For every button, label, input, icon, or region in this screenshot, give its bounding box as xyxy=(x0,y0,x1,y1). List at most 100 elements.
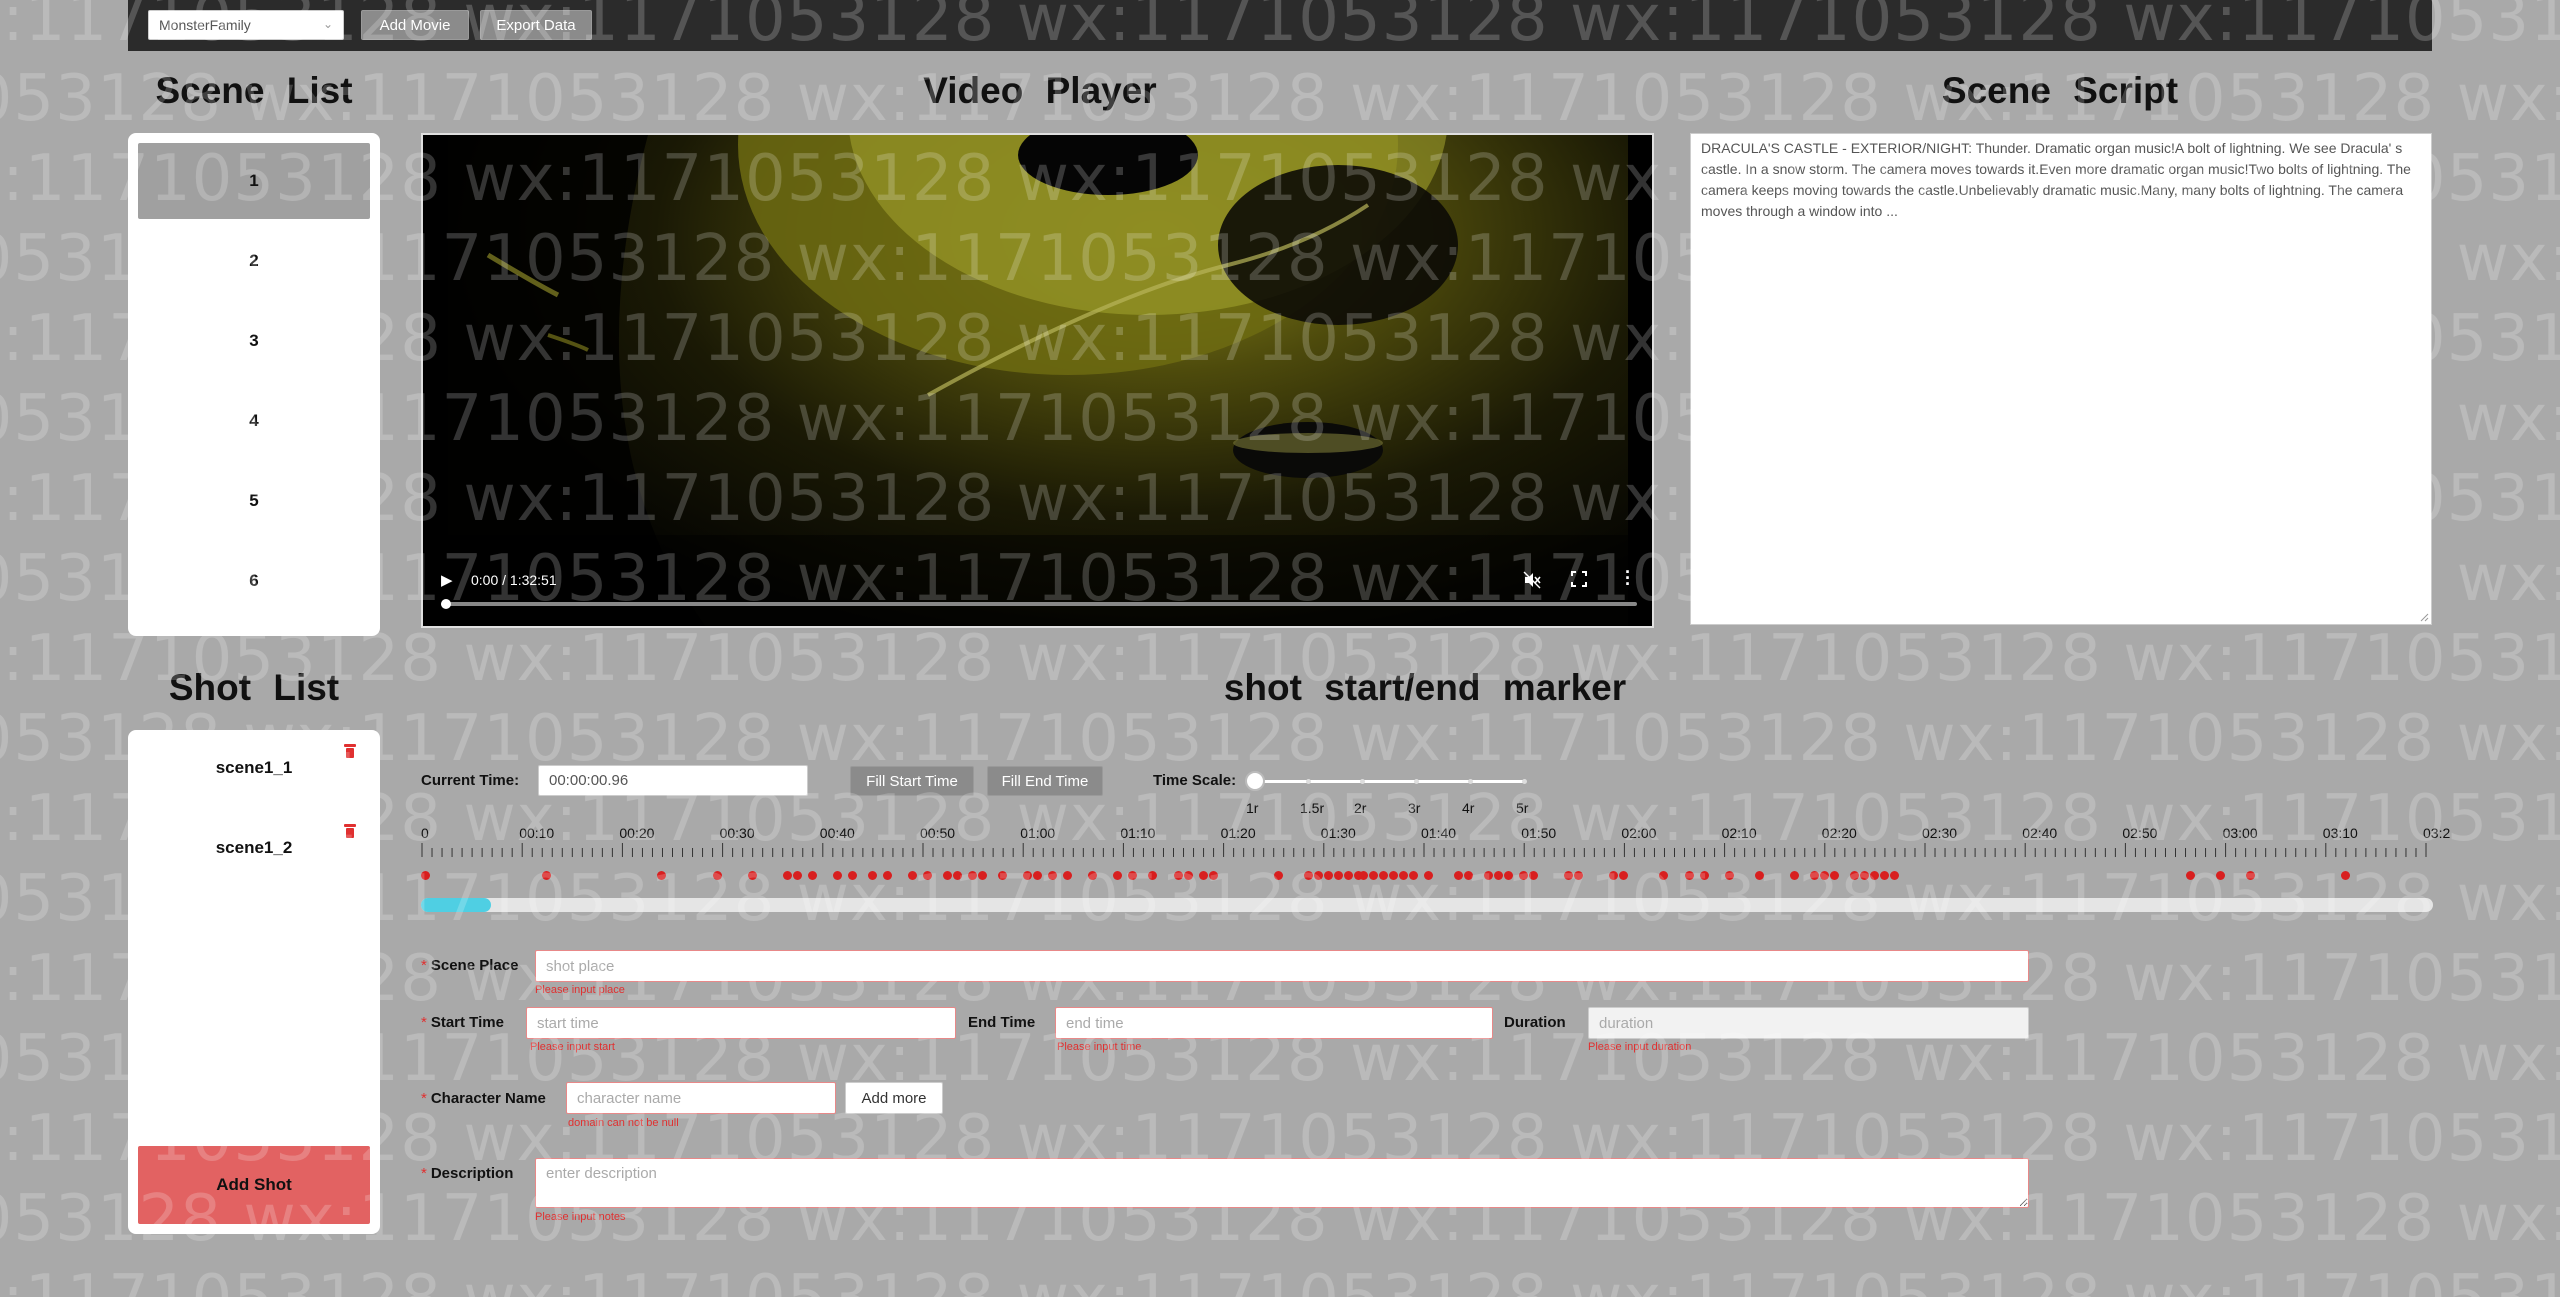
shot-marker-dot[interactable] xyxy=(1574,871,1584,880)
trash-icon[interactable] xyxy=(344,744,356,758)
shot-marker-dot[interactable] xyxy=(1829,871,1839,880)
video-player[interactable]: ▶ 0:00 / 1:32:51 · · · xyxy=(421,133,1654,628)
fullscreen-icon[interactable] xyxy=(1571,571,1587,591)
shot-marker-dot[interactable] xyxy=(1128,871,1138,880)
shot-marker-dot[interactable] xyxy=(1368,871,1378,880)
shot-marker-dot[interactable] xyxy=(1333,871,1343,880)
shot-marker-dot[interactable] xyxy=(1408,871,1418,880)
shot-marker-dot[interactable] xyxy=(832,871,842,880)
scene-item[interactable]: 5 xyxy=(138,463,370,539)
shot-marker-dot[interactable] xyxy=(421,871,430,880)
description-textarea[interactable] xyxy=(535,1158,2029,1208)
shot-marker-dot[interactable] xyxy=(2185,871,2195,880)
shot-marker-dot[interactable] xyxy=(1724,871,1734,880)
shot-marker-dot[interactable] xyxy=(1529,871,1539,880)
time-scale-option[interactable]: 3r xyxy=(1408,800,1420,816)
shot-marker-dot[interactable] xyxy=(2245,871,2255,880)
shot-marker-dot[interactable] xyxy=(1048,871,1058,880)
time-scale-option[interactable]: 5r xyxy=(1516,800,1528,816)
shot-marker-dot[interactable] xyxy=(1849,871,1859,880)
shot-marker-dot[interactable] xyxy=(1388,871,1398,880)
current-time-input[interactable] xyxy=(538,765,808,796)
shot-marker-dot[interactable] xyxy=(1684,871,1694,880)
time-scale-option[interactable]: 2r xyxy=(1354,800,1366,816)
time-scale-option[interactable]: 4r xyxy=(1462,800,1474,816)
shot-marker-dot[interactable] xyxy=(847,871,857,880)
shot-marker-dot[interactable] xyxy=(1033,871,1043,880)
shot-marker-dot[interactable] xyxy=(1504,871,1514,880)
shot-marker-dot[interactable] xyxy=(1343,871,1353,880)
scene-script-textarea[interactable]: DRACULA'S CASTLE - EXTERIOR/NIGHT: Thund… xyxy=(1690,133,2432,625)
shot-marker-dot[interactable] xyxy=(1358,871,1368,880)
shot-item[interactable]: scene1_2 xyxy=(138,818,370,878)
start-time-input[interactable] xyxy=(526,1007,956,1039)
shot-marker-dot[interactable] xyxy=(1148,871,1158,880)
time-scale-option[interactable]: 1r xyxy=(1246,800,1258,816)
shot-marker-dot[interactable] xyxy=(943,871,953,880)
trash-icon[interactable] xyxy=(344,824,356,838)
scene-item[interactable]: 4 xyxy=(138,383,370,459)
shot-marker-dot[interactable] xyxy=(1273,871,1283,880)
shot-marker-track[interactable] xyxy=(421,871,2433,885)
scene-item[interactable]: 6 xyxy=(138,543,370,619)
shot-marker-dot[interactable] xyxy=(1198,871,1208,880)
shot-marker-dot[interactable] xyxy=(807,871,817,880)
video-progress-handle[interactable] xyxy=(441,599,451,609)
shot-marker-dot[interactable] xyxy=(1789,871,1799,880)
character-name-input[interactable] xyxy=(566,1082,836,1114)
shot-marker-dot[interactable] xyxy=(1023,871,1033,880)
time-scale-stop[interactable] xyxy=(1522,779,1527,784)
shot-marker-dot[interactable] xyxy=(1699,871,1709,880)
time-scale-slider-thumb[interactable] xyxy=(1245,771,1265,791)
timeline-ruler[interactable] xyxy=(421,843,2433,857)
shot-marker-dot[interactable] xyxy=(907,871,917,880)
shot-marker-dot[interactable] xyxy=(542,871,552,880)
scene-place-input[interactable] xyxy=(535,950,2029,982)
time-scale-stop[interactable] xyxy=(1414,779,1419,784)
resize-handle-icon[interactable] xyxy=(2419,612,2429,622)
shot-marker-dot[interactable] xyxy=(1754,871,1764,880)
add-shot-button[interactable]: Add Shot xyxy=(138,1146,370,1224)
shot-marker-dot[interactable] xyxy=(923,871,932,880)
shot-marker-dot[interactable] xyxy=(1564,871,1574,880)
export-data-button[interactable]: Export Data xyxy=(480,10,592,40)
shot-marker-dot[interactable] xyxy=(1378,871,1388,880)
time-scale-stop[interactable] xyxy=(1468,779,1473,784)
shot-marker-dot[interactable] xyxy=(2340,871,2350,880)
shot-marker-dot[interactable] xyxy=(747,871,757,880)
shot-marker-dot[interactable] xyxy=(1809,871,1819,880)
video-progress-bar[interactable] xyxy=(441,599,1637,609)
shot-marker-dot[interactable] xyxy=(1519,871,1529,880)
shot-marker-dot[interactable] xyxy=(792,871,802,880)
shot-marker-dot[interactable] xyxy=(1313,871,1323,880)
shot-marker-dot[interactable] xyxy=(968,871,978,880)
duration-input[interactable] xyxy=(1588,1007,2029,1039)
shot-marker-dot[interactable] xyxy=(782,871,792,880)
shot-marker-dot[interactable] xyxy=(1494,871,1504,880)
shot-marker-dot[interactable] xyxy=(1464,871,1474,880)
shot-marker-dot[interactable] xyxy=(953,871,963,880)
shot-marker-dot[interactable] xyxy=(1484,871,1494,880)
movie-select[interactable]: MonsterFamily ⌄ xyxy=(148,10,344,40)
shot-marker-dot[interactable] xyxy=(1398,871,1408,880)
shot-marker-dot[interactable] xyxy=(1323,871,1333,880)
add-movie-button[interactable]: Add Movie xyxy=(361,10,469,40)
play-icon[interactable]: ▶ xyxy=(441,571,453,589)
shot-marker-dot[interactable] xyxy=(1869,871,1879,880)
shot-marker-dot[interactable] xyxy=(1619,871,1629,880)
shot-marker-dot[interactable] xyxy=(867,871,877,880)
shot-marker-dot[interactable] xyxy=(1183,871,1193,880)
shot-marker-dot[interactable] xyxy=(1208,871,1218,880)
shot-marker-dot[interactable] xyxy=(712,871,722,880)
shot-marker-dot[interactable] xyxy=(1113,871,1123,880)
time-scale-stop[interactable] xyxy=(1360,779,1365,784)
end-time-input[interactable] xyxy=(1055,1007,1493,1039)
scene-item[interactable]: 3 xyxy=(138,303,370,379)
more-options-icon[interactable]: · · · xyxy=(1625,563,1631,593)
shot-marker-dot[interactable] xyxy=(1454,871,1464,880)
timeline-progress-bar[interactable] xyxy=(421,898,2433,912)
shot-marker-dot[interactable] xyxy=(1889,871,1899,880)
shot-marker-dot[interactable] xyxy=(1859,871,1869,880)
shot-item[interactable]: scene1_1 xyxy=(138,738,370,798)
shot-marker-dot[interactable] xyxy=(1063,871,1073,880)
